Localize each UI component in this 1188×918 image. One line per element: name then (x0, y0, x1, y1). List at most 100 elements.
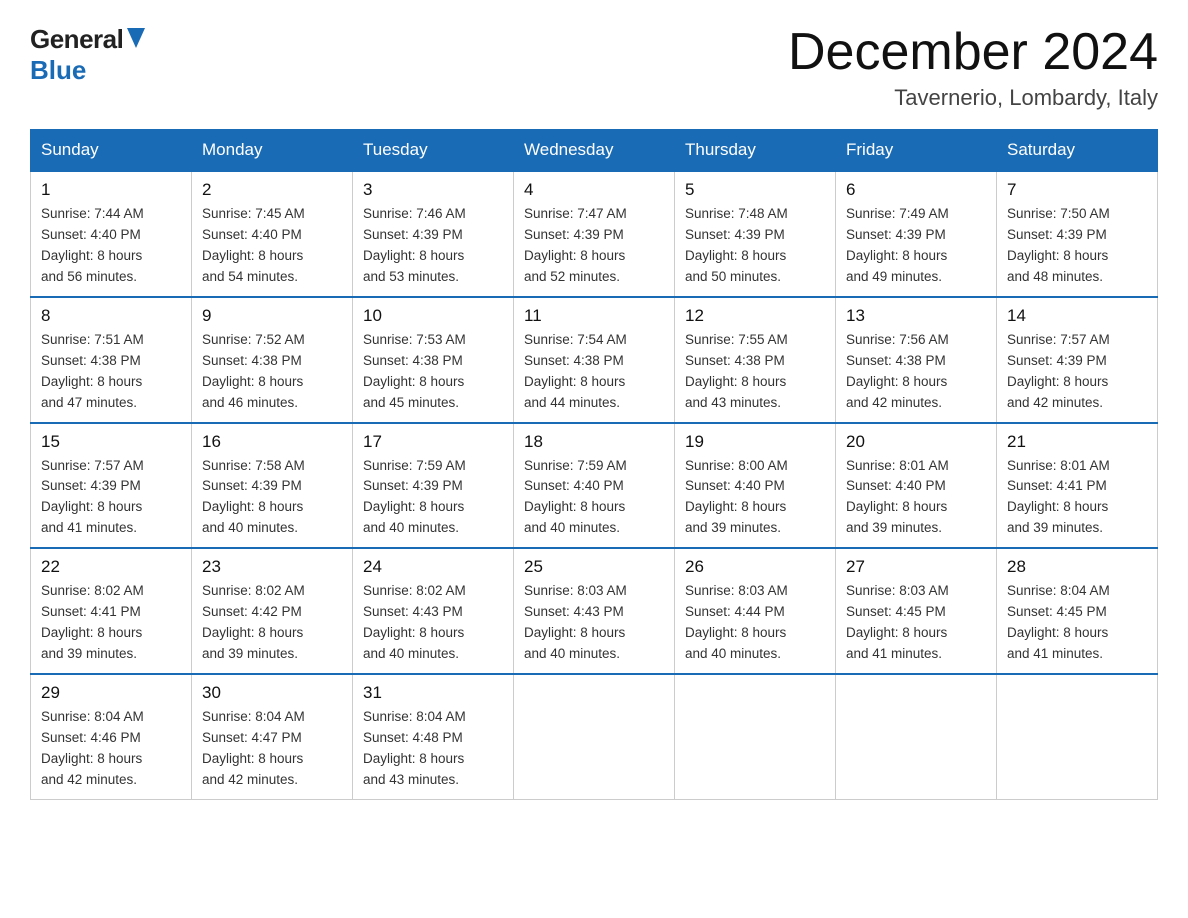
calendar-cell: 14 Sunrise: 7:57 AMSunset: 4:39 PMDaylig… (997, 297, 1158, 423)
day-number: 12 (685, 306, 825, 326)
calendar-cell: 13 Sunrise: 7:56 AMSunset: 4:38 PMDaylig… (836, 297, 997, 423)
day-info: Sunrise: 8:04 AMSunset: 4:45 PMDaylight:… (1007, 581, 1147, 665)
calendar-week-row: 1 Sunrise: 7:44 AMSunset: 4:40 PMDayligh… (31, 171, 1158, 297)
calendar-header-row: SundayMondayTuesdayWednesdayThursdayFrid… (31, 130, 1158, 172)
calendar-cell: 11 Sunrise: 7:54 AMSunset: 4:38 PMDaylig… (514, 297, 675, 423)
col-header-saturday: Saturday (997, 130, 1158, 172)
logo: General Blue (30, 24, 145, 86)
day-info: Sunrise: 8:03 AMSunset: 4:44 PMDaylight:… (685, 581, 825, 665)
calendar-cell: 30 Sunrise: 8:04 AMSunset: 4:47 PMDaylig… (192, 674, 353, 799)
calendar-cell (836, 674, 997, 799)
col-header-wednesday: Wednesday (514, 130, 675, 172)
day-info: Sunrise: 7:44 AMSunset: 4:40 PMDaylight:… (41, 204, 181, 288)
calendar-cell: 10 Sunrise: 7:53 AMSunset: 4:38 PMDaylig… (353, 297, 514, 423)
day-info: Sunrise: 8:03 AMSunset: 4:45 PMDaylight:… (846, 581, 986, 665)
calendar-table: SundayMondayTuesdayWednesdayThursdayFrid… (30, 129, 1158, 799)
calendar-cell: 28 Sunrise: 8:04 AMSunset: 4:45 PMDaylig… (997, 548, 1158, 674)
day-info: Sunrise: 8:02 AMSunset: 4:42 PMDaylight:… (202, 581, 342, 665)
day-info: Sunrise: 7:52 AMSunset: 4:38 PMDaylight:… (202, 330, 342, 414)
calendar-cell: 26 Sunrise: 8:03 AMSunset: 4:44 PMDaylig… (675, 548, 836, 674)
day-info: Sunrise: 7:57 AMSunset: 4:39 PMDaylight:… (41, 456, 181, 540)
calendar-cell: 16 Sunrise: 7:58 AMSunset: 4:39 PMDaylig… (192, 423, 353, 549)
calendar-cell: 6 Sunrise: 7:49 AMSunset: 4:39 PMDayligh… (836, 171, 997, 297)
day-number: 3 (363, 180, 503, 200)
day-number: 16 (202, 432, 342, 452)
day-number: 8 (41, 306, 181, 326)
title-block: December 2024 Tavernerio, Lombardy, Ital… (788, 24, 1158, 111)
calendar-cell: 5 Sunrise: 7:48 AMSunset: 4:39 PMDayligh… (675, 171, 836, 297)
col-header-thursday: Thursday (675, 130, 836, 172)
calendar-cell: 8 Sunrise: 7:51 AMSunset: 4:38 PMDayligh… (31, 297, 192, 423)
month-title: December 2024 (788, 24, 1158, 81)
day-info: Sunrise: 7:55 AMSunset: 4:38 PMDaylight:… (685, 330, 825, 414)
day-info: Sunrise: 8:03 AMSunset: 4:43 PMDaylight:… (524, 581, 664, 665)
day-number: 21 (1007, 432, 1147, 452)
calendar-cell: 19 Sunrise: 8:00 AMSunset: 4:40 PMDaylig… (675, 423, 836, 549)
calendar-week-row: 8 Sunrise: 7:51 AMSunset: 4:38 PMDayligh… (31, 297, 1158, 423)
calendar-cell: 2 Sunrise: 7:45 AMSunset: 4:40 PMDayligh… (192, 171, 353, 297)
day-number: 23 (202, 557, 342, 577)
day-number: 4 (524, 180, 664, 200)
day-number: 27 (846, 557, 986, 577)
day-number: 24 (363, 557, 503, 577)
calendar-cell: 3 Sunrise: 7:46 AMSunset: 4:39 PMDayligh… (353, 171, 514, 297)
day-number: 1 (41, 180, 181, 200)
calendar-cell: 12 Sunrise: 7:55 AMSunset: 4:38 PMDaylig… (675, 297, 836, 423)
day-info: Sunrise: 7:54 AMSunset: 4:38 PMDaylight:… (524, 330, 664, 414)
day-number: 13 (846, 306, 986, 326)
day-number: 6 (846, 180, 986, 200)
day-info: Sunrise: 7:59 AMSunset: 4:39 PMDaylight:… (363, 456, 503, 540)
day-number: 28 (1007, 557, 1147, 577)
day-info: Sunrise: 7:51 AMSunset: 4:38 PMDaylight:… (41, 330, 181, 414)
day-info: Sunrise: 8:00 AMSunset: 4:40 PMDaylight:… (685, 456, 825, 540)
day-number: 5 (685, 180, 825, 200)
logo-general-text: General (30, 24, 123, 55)
day-number: 14 (1007, 306, 1147, 326)
calendar-cell: 27 Sunrise: 8:03 AMSunset: 4:45 PMDaylig… (836, 548, 997, 674)
col-header-sunday: Sunday (31, 130, 192, 172)
day-number: 18 (524, 432, 664, 452)
calendar-cell (514, 674, 675, 799)
day-number: 10 (363, 306, 503, 326)
day-info: Sunrise: 8:01 AMSunset: 4:40 PMDaylight:… (846, 456, 986, 540)
col-header-monday: Monday (192, 130, 353, 172)
calendar-cell: 1 Sunrise: 7:44 AMSunset: 4:40 PMDayligh… (31, 171, 192, 297)
day-number: 15 (41, 432, 181, 452)
day-info: Sunrise: 7:45 AMSunset: 4:40 PMDaylight:… (202, 204, 342, 288)
calendar-cell: 18 Sunrise: 7:59 AMSunset: 4:40 PMDaylig… (514, 423, 675, 549)
day-info: Sunrise: 8:02 AMSunset: 4:41 PMDaylight:… (41, 581, 181, 665)
page-header: General Blue December 2024 Tavernerio, L… (30, 24, 1158, 111)
calendar-cell (997, 674, 1158, 799)
day-number: 30 (202, 683, 342, 703)
calendar-week-row: 29 Sunrise: 8:04 AMSunset: 4:46 PMDaylig… (31, 674, 1158, 799)
day-info: Sunrise: 7:57 AMSunset: 4:39 PMDaylight:… (1007, 330, 1147, 414)
day-info: Sunrise: 7:46 AMSunset: 4:39 PMDaylight:… (363, 204, 503, 288)
day-info: Sunrise: 7:59 AMSunset: 4:40 PMDaylight:… (524, 456, 664, 540)
col-header-friday: Friday (836, 130, 997, 172)
calendar-cell: 15 Sunrise: 7:57 AMSunset: 4:39 PMDaylig… (31, 423, 192, 549)
day-number: 25 (524, 557, 664, 577)
calendar-cell: 9 Sunrise: 7:52 AMSunset: 4:38 PMDayligh… (192, 297, 353, 423)
day-number: 22 (41, 557, 181, 577)
calendar-cell (675, 674, 836, 799)
calendar-cell: 20 Sunrise: 8:01 AMSunset: 4:40 PMDaylig… (836, 423, 997, 549)
day-info: Sunrise: 8:04 AMSunset: 4:48 PMDaylight:… (363, 707, 503, 791)
day-info: Sunrise: 8:02 AMSunset: 4:43 PMDaylight:… (363, 581, 503, 665)
day-number: 26 (685, 557, 825, 577)
calendar-week-row: 15 Sunrise: 7:57 AMSunset: 4:39 PMDaylig… (31, 423, 1158, 549)
day-info: Sunrise: 7:53 AMSunset: 4:38 PMDaylight:… (363, 330, 503, 414)
calendar-cell: 29 Sunrise: 8:04 AMSunset: 4:46 PMDaylig… (31, 674, 192, 799)
day-number: 20 (846, 432, 986, 452)
logo-arrow-icon (127, 28, 145, 48)
day-number: 9 (202, 306, 342, 326)
day-info: Sunrise: 7:47 AMSunset: 4:39 PMDaylight:… (524, 204, 664, 288)
calendar-cell: 22 Sunrise: 8:02 AMSunset: 4:41 PMDaylig… (31, 548, 192, 674)
day-info: Sunrise: 7:48 AMSunset: 4:39 PMDaylight:… (685, 204, 825, 288)
calendar-cell: 25 Sunrise: 8:03 AMSunset: 4:43 PMDaylig… (514, 548, 675, 674)
location-title: Tavernerio, Lombardy, Italy (788, 85, 1158, 111)
day-info: Sunrise: 7:50 AMSunset: 4:39 PMDaylight:… (1007, 204, 1147, 288)
day-info: Sunrise: 7:56 AMSunset: 4:38 PMDaylight:… (846, 330, 986, 414)
day-info: Sunrise: 7:49 AMSunset: 4:39 PMDaylight:… (846, 204, 986, 288)
day-number: 2 (202, 180, 342, 200)
calendar-cell: 23 Sunrise: 8:02 AMSunset: 4:42 PMDaylig… (192, 548, 353, 674)
